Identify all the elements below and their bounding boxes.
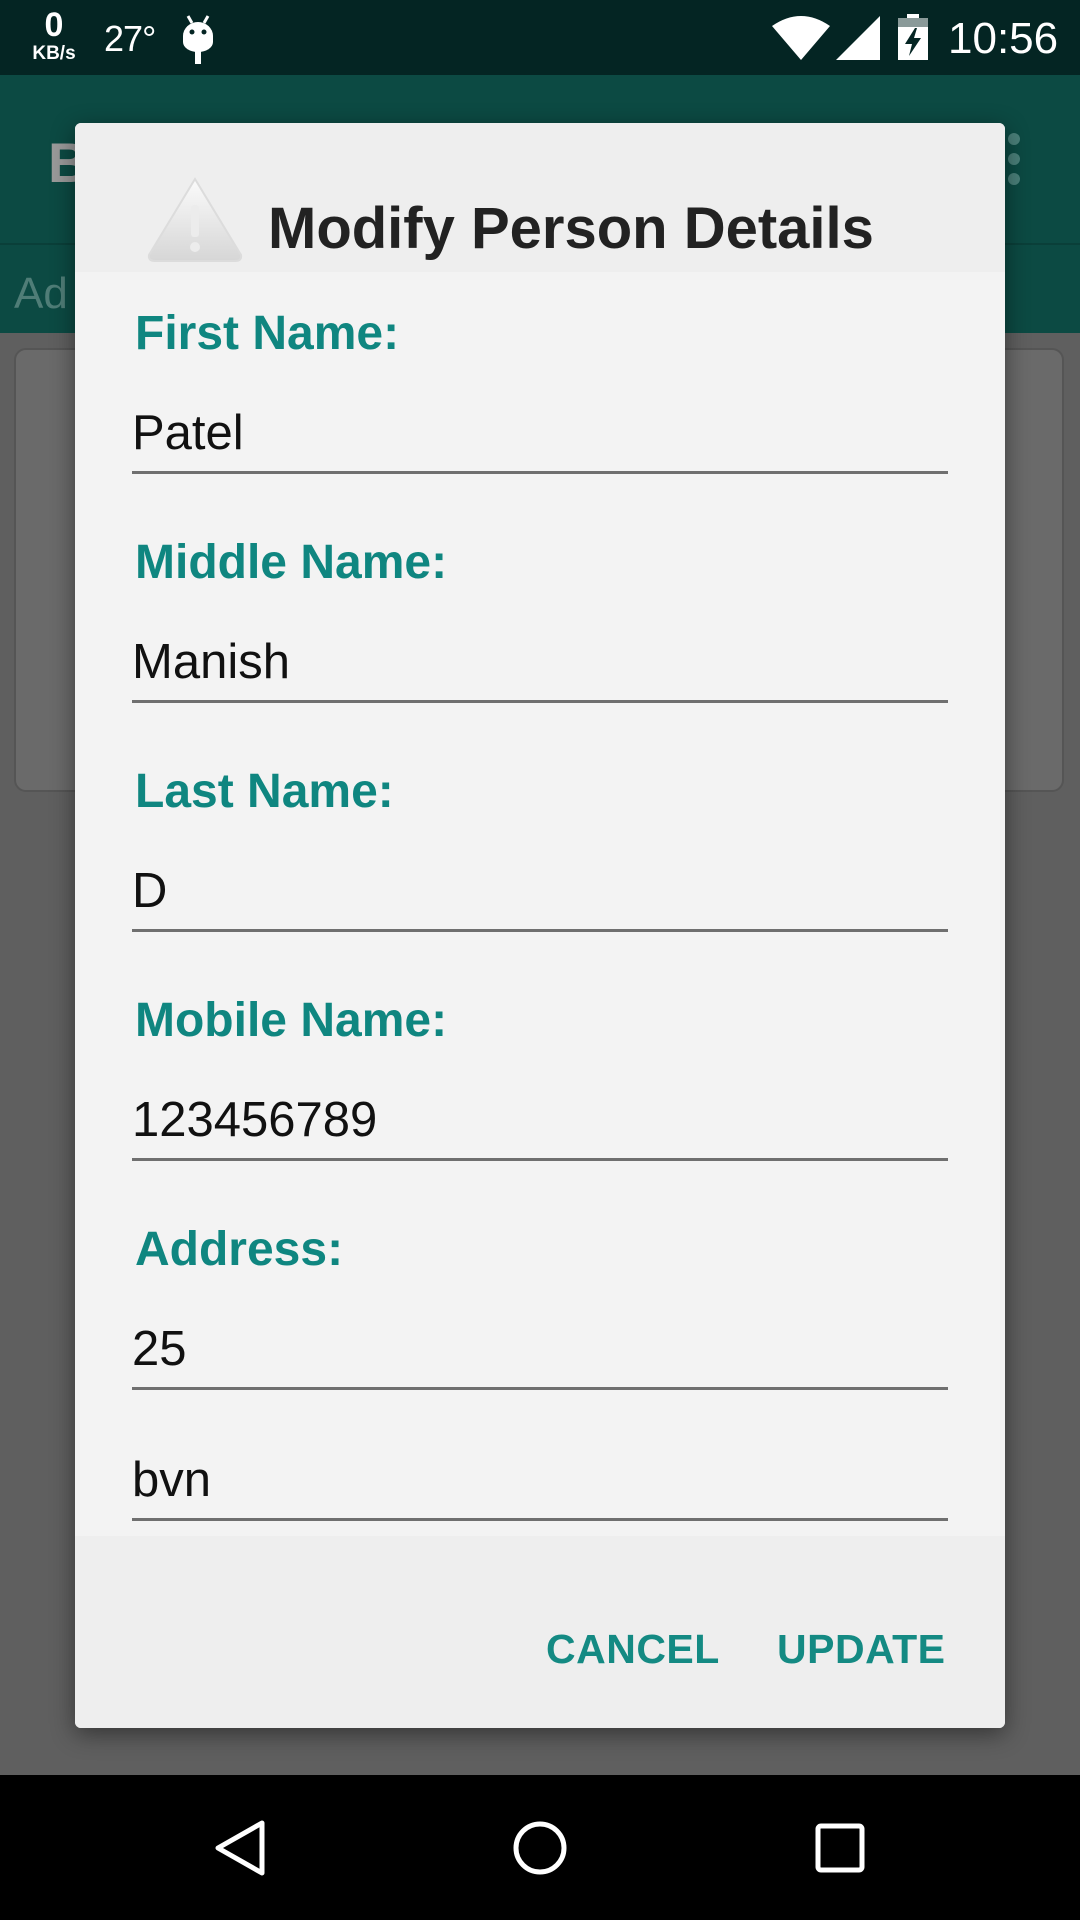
mobile-value: 123456789 bbox=[132, 1093, 378, 1147]
back-icon bbox=[215, 1820, 265, 1875]
last-name-field[interactable]: D bbox=[132, 840, 948, 932]
last-name-value: D bbox=[132, 864, 168, 918]
update-button[interactable]: UPDATE bbox=[777, 1626, 946, 1673]
address-label: Address: bbox=[135, 1223, 344, 1276]
app-tab-label[interactable]: Ad bbox=[14, 269, 68, 319]
status-bar: 0 KB/s 27° 10:56 bbox=[0, 0, 1080, 75]
middle-name-field[interactable]: Manish bbox=[132, 611, 948, 703]
back-button[interactable] bbox=[180, 1775, 300, 1920]
recents-button[interactable] bbox=[780, 1775, 900, 1920]
mobile-field[interactable]: 123456789 bbox=[132, 1069, 948, 1161]
signal-icon bbox=[836, 16, 880, 60]
address-value: 25 bbox=[132, 1322, 187, 1376]
cancel-button[interactable]: CANCEL bbox=[546, 1626, 720, 1673]
clock: 10:56 bbox=[948, 14, 1059, 63]
dialog-header: Modify Person Details bbox=[75, 123, 1005, 272]
home-button[interactable] bbox=[480, 1775, 600, 1920]
middle-name-value: Manish bbox=[132, 635, 290, 689]
wifi-icon bbox=[772, 16, 830, 60]
address-field[interactable]: 25 bbox=[132, 1298, 948, 1390]
battery-charging-icon bbox=[898, 14, 928, 60]
address-line2-field[interactable]: bvn bbox=[132, 1429, 948, 1521]
first-name-value: Patel bbox=[132, 406, 244, 460]
warning-icon bbox=[147, 177, 243, 262]
home-icon bbox=[513, 1821, 567, 1874]
network-speed-unit: KB/s bbox=[32, 43, 76, 64]
navigation-bar bbox=[0, 1775, 1080, 1920]
android-icon bbox=[183, 15, 213, 64]
dialog-actions: CANCEL UPDATE bbox=[75, 1536, 1005, 1728]
recents-icon bbox=[815, 1823, 865, 1872]
mobile-label: Mobile Name: bbox=[135, 994, 448, 1047]
temperature: 27° bbox=[104, 18, 156, 59]
dialog-form: First Name: Patel Middle Name: Manish La… bbox=[75, 272, 1005, 1536]
modify-person-dialog: Modify Person Details First Name: Patel … bbox=[75, 123, 1005, 1728]
first-name-label: First Name: bbox=[135, 307, 400, 360]
first-name-field[interactable]: Patel bbox=[132, 382, 948, 474]
network-speed-value: 0 bbox=[44, 6, 64, 44]
middle-name-label: Middle Name: bbox=[135, 536, 448, 589]
dialog-title: Modify Person Details bbox=[268, 196, 874, 261]
last-name-label: Last Name: bbox=[135, 765, 394, 818]
network-speed: 0 KB/s bbox=[24, 8, 84, 63]
address-line2-value: bvn bbox=[132, 1453, 212, 1507]
